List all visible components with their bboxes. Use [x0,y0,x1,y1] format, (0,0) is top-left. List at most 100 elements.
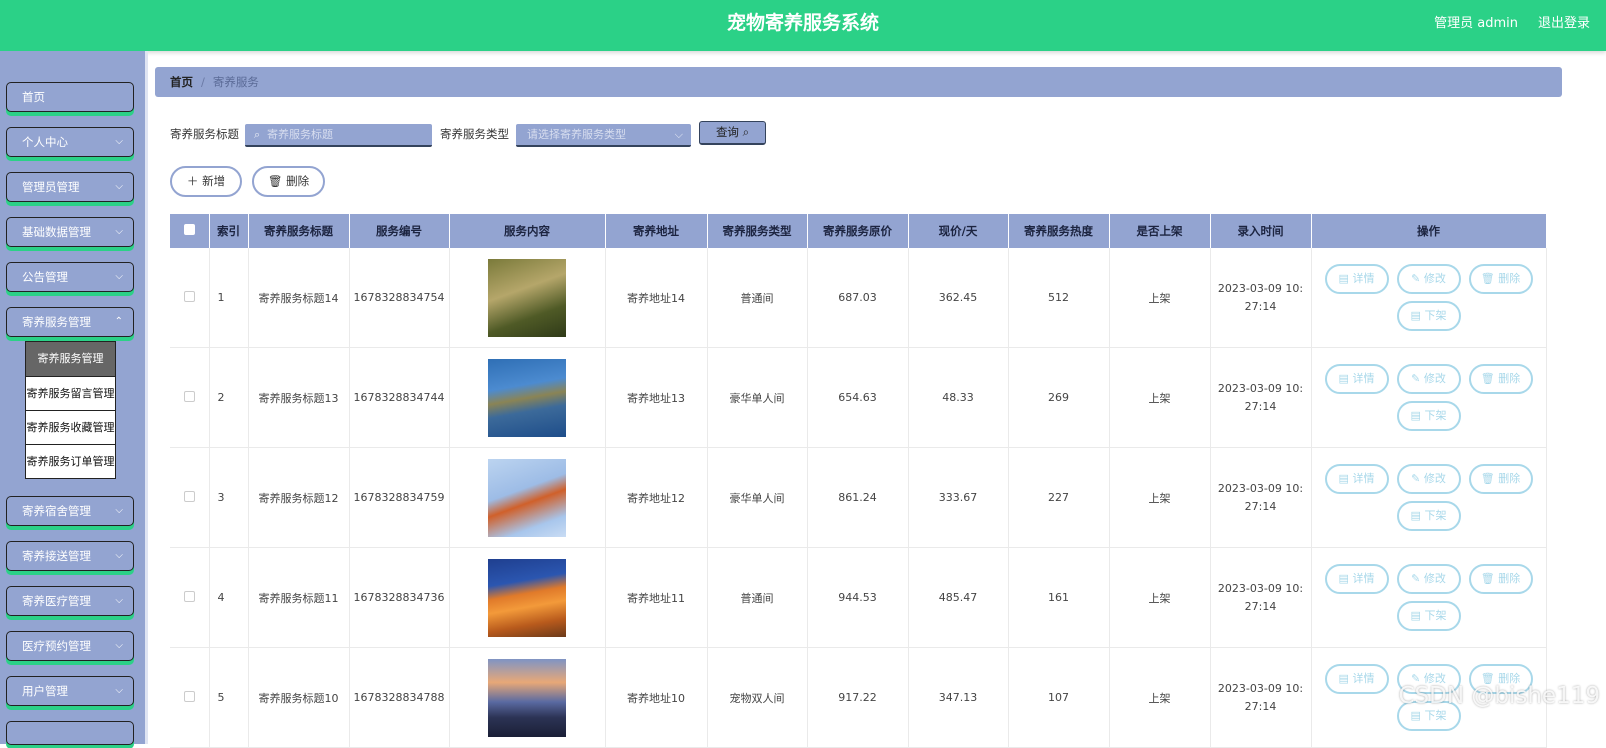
row-time-clock: 27:14 [1244,499,1277,513]
row-title: 寄养服务标题11 [248,547,350,648]
row-listed: 上架 [1109,547,1211,648]
breadcrumb: 首页 / 寄养服务 [155,67,1562,97]
type-select-placeholder: 请选择寄养服务类型 [527,128,626,141]
row-delete-button[interactable]: 🗑 删除 [1468,464,1533,494]
row-delete-button-label: 删除 [1498,272,1521,285]
column-header: 寄养地址 [605,214,708,248]
document-icon: ▤ [1338,472,1349,485]
sidebar-item-dorms[interactable]: 寄养宿舍管理 ⌵ [6,496,134,526]
column-header: 索引 [209,214,249,248]
add-button[interactable]: ＋ 新增 [170,166,242,197]
row-time-date: 2023-03-09 10: [1217,381,1304,395]
unlist-button[interactable]: ▤ 下架 [1396,501,1461,531]
sidebar-item-foster-service[interactable]: 寄养服务管理 ⌃ [6,307,134,337]
row-title: 寄养服务标题12 [248,447,350,548]
row-select-cell[interactable] [170,547,210,648]
unlist-button-label: 下架 [1424,609,1447,622]
row-price: 48.33 [908,347,1009,448]
chevron-up-icon: ⌃ [114,316,123,327]
document-icon: ▤ [1410,709,1421,722]
unlist-button-label: 下架 [1424,709,1447,722]
row-heat: 227 [1008,447,1110,548]
row-orig-price: 687.03 [807,248,909,348]
sidebar-item-label: 管理员管理 [22,180,80,194]
row-operations: ▤ 详情 ✎ 修改 🗑 删除 ▤ 下架 [1311,447,1547,548]
select-all-checkbox[interactable] [183,224,195,235]
row-select-cell[interactable] [170,248,210,348]
edit-button[interactable]: ✎ 修改 [1396,564,1461,594]
query-button[interactable]: 查询 ⌕ [699,121,766,145]
row-checkbox[interactable] [183,590,195,602]
submenu-item-service-manage[interactable]: 寄养服务管理 [26,342,115,376]
sidebar-item-pickup[interactable]: 寄养接送管理 ⌵ [6,541,134,571]
detail-button[interactable]: ▤ 详情 [1324,264,1389,294]
row-price: 333.67 [908,447,1009,548]
detail-button[interactable]: ▤ 详情 [1324,564,1389,594]
edit-button[interactable]: ✎ 修改 [1396,464,1461,494]
chevron-down-icon: ⌵ [115,595,123,606]
breadcrumb-home[interactable]: 首页 [170,75,193,89]
sidebar-item-notices[interactable]: 公告管理 ⌵ [6,262,134,292]
service-table: 索引 寄养服务标题 服务编号 服务内容 寄养地址 寄养服务类型 寄养服务原价 现… [170,214,1547,748]
row-delete-button[interactable]: 🗑 删除 [1468,364,1533,394]
submenu-item-service-orders[interactable]: 寄养服务订单管理 [26,444,115,478]
row-select-cell[interactable] [170,647,210,748]
row-checkbox[interactable] [183,490,195,502]
select-all-cell[interactable] [170,214,210,248]
chevron-down-icon: ⌵ [115,505,123,516]
row-checkbox[interactable] [183,690,195,702]
search-icon: ⌕ [742,125,750,139]
unlist-button[interactable]: ▤ 下架 [1396,401,1461,431]
sidebar-item-medical[interactable]: 寄养医疗管理 ⌵ [6,586,134,616]
detail-button[interactable]: ▤ 详情 [1324,364,1389,394]
edit-button-label: 修改 [1423,372,1446,385]
row-time: 2023-03-09 10: 27:14 [1210,248,1312,348]
sidebar-item-admins[interactable]: 管理员管理 ⌵ [6,172,134,202]
operation-group: ▤ 详情 ✎ 修改 🗑 删除 ▤ 下架 [1312,448,1546,547]
row-delete-button-label: 删除 [1498,372,1521,385]
row-index: 1 [209,248,249,348]
submenu-item-service-favorites[interactable]: 寄养服务收藏管理 [26,410,115,444]
sidebar-item-users[interactable]: 用户管理 ⌵ [6,676,134,706]
column-header: 寄养服务热度 [1008,214,1110,248]
row-code: 1678328834754 [349,248,450,348]
detail-button[interactable]: ▤ 详情 [1324,464,1389,494]
row-select-cell[interactable] [170,447,210,548]
row-heat: 107 [1008,647,1110,748]
document-icon: ▤ [1338,572,1349,585]
sidebar-item-appointments[interactable]: 医疗预约管理 ⌵ [6,631,134,661]
row-delete-button[interactable]: 🗑 删除 [1468,264,1533,294]
title-search-input[interactable] [245,124,432,147]
service-thumbnail [488,458,566,537]
column-header: 服务内容 [449,214,606,248]
unlist-button[interactable]: ▤ 下架 [1396,301,1461,331]
trash-icon: 🗑 [1480,572,1495,585]
submenu-item-service-messages[interactable]: 寄养服务留言管理 [26,376,115,410]
sidebar-item-home[interactable]: 首页 [6,82,134,112]
delete-button[interactable]: 🗑 删除 [252,166,325,197]
chevron-down-icon: ⌵ [115,550,123,561]
sidebar-item-label: 用户管理 [22,684,68,698]
detail-button[interactable]: ▤ 详情 [1324,664,1389,694]
chevron-down-icon: ⌵ [115,271,123,282]
column-header: 寄养服务原价 [807,214,909,248]
sidebar-item-base-data[interactable]: 基础数据管理 ⌵ [6,217,134,247]
column-header: 服务编号 [349,214,450,248]
unlist-button-label: 下架 [1424,409,1447,422]
row-content [449,647,606,748]
sidebar-item-label: 寄养宿舍管理 [22,504,91,518]
table-row: 5 寄养服务标题10 1678328834788 寄养地址10 宠物双人间 917.22 3… [170,647,1547,748]
row-checkbox[interactable] [183,390,195,402]
sidebar-item-more[interactable] [6,721,134,745]
row-checkbox[interactable] [183,290,195,302]
unlist-button[interactable]: ▤ 下架 [1396,601,1461,631]
trash-icon: 🗑 [267,174,283,188]
logout-link[interactable]: 退出登录 [1538,12,1590,31]
edit-button[interactable]: ✎ 修改 [1396,364,1461,394]
edit-button[interactable]: ✎ 修改 [1396,264,1461,294]
sidebar-item-profile[interactable]: 个人中心 ⌵ [6,127,134,157]
row-select-cell[interactable] [170,347,210,448]
title-search-label: 寄养服务标题 [170,127,239,141]
row-delete-button[interactable]: 🗑 删除 [1468,564,1533,594]
type-select[interactable]: 请选择寄养服务类型 ⌵ [516,124,691,147]
